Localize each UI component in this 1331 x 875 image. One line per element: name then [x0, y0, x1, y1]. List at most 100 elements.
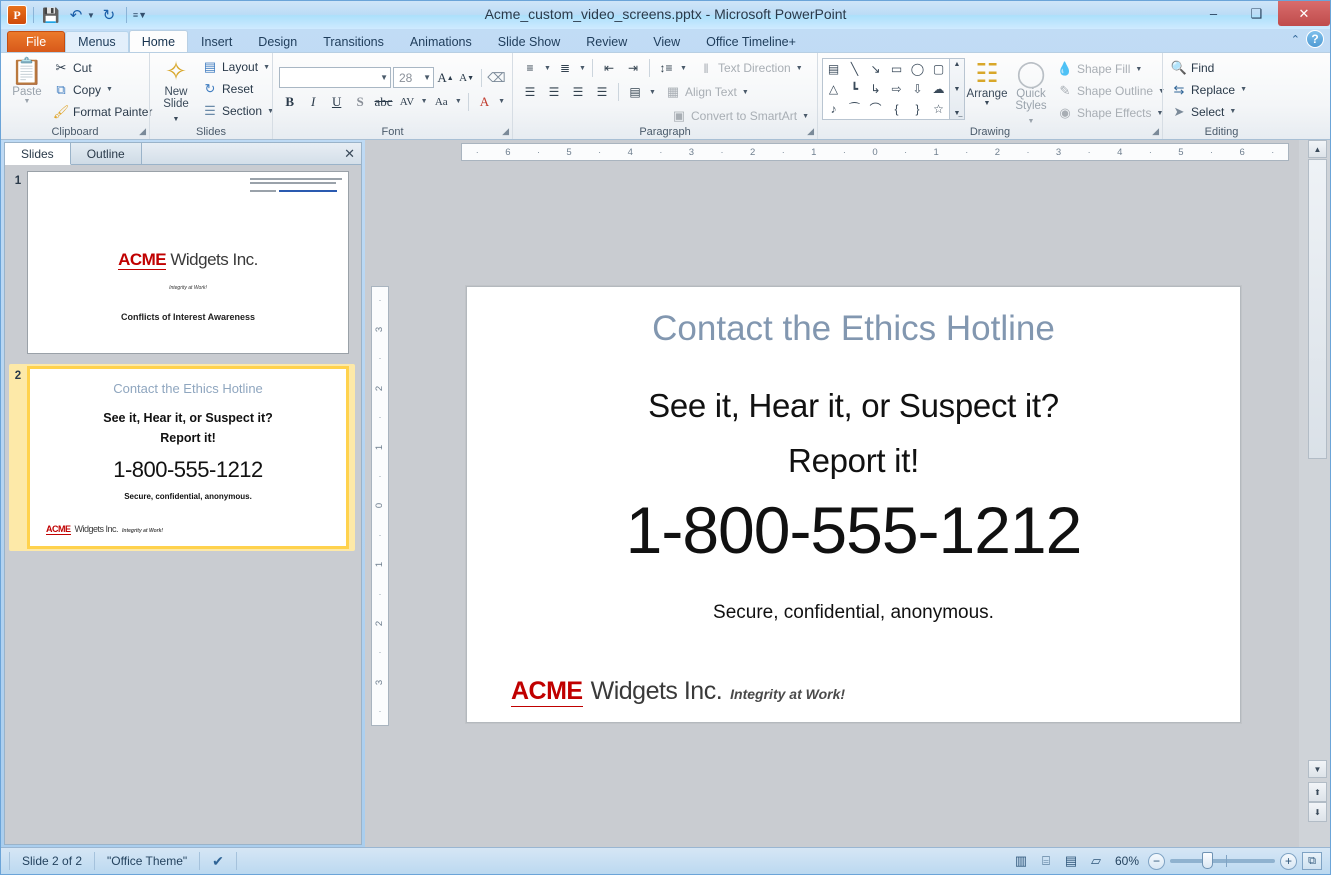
- columns-button[interactable]: ▤: [624, 82, 646, 103]
- layout-button[interactable]: ▤ Layout ▼: [198, 56, 279, 78]
- select-dropdown-icon[interactable]: ▼: [1228, 108, 1237, 115]
- reset-button[interactable]: ↻ Reset: [198, 78, 279, 100]
- clear-formatting-button[interactable]: ⌫: [487, 67, 506, 89]
- thumbnail-slide-2[interactable]: 2 Contact the Ethics Hotline See it, Hea…: [9, 364, 355, 551]
- quick-styles-button[interactable]: ◯ Quick Styles ▼: [1009, 58, 1053, 130]
- close-pane-icon[interactable]: ✕: [344, 146, 355, 162]
- zoom-control[interactable]: − +: [1148, 852, 1297, 870]
- paste-dropdown-icon[interactable]: ▼: [24, 98, 31, 105]
- next-slide-button[interactable]: ⬇: [1308, 802, 1327, 822]
- shape-down-arrow-icon[interactable]: ⇩: [912, 83, 922, 95]
- grow-font-button[interactable]: A ▲: [436, 67, 455, 89]
- shape-triangle-icon[interactable]: △: [829, 83, 838, 95]
- numbering-button[interactable]: ≣: [554, 58, 576, 79]
- drawing-dialog-launcher[interactable]: ◢: [1152, 126, 1159, 137]
- maximize-button[interactable]: ❑: [1235, 1, 1278, 26]
- change-case-button[interactable]: Aa: [431, 91, 452, 113]
- tab-slide-show[interactable]: Slide Show: [485, 31, 574, 53]
- slide-show-button[interactable]: ▱: [1086, 852, 1106, 870]
- slide-secure-text[interactable]: Secure, confidential, anonymous.: [467, 602, 1240, 624]
- copy-button[interactable]: ⧉ Copy ▼: [49, 79, 156, 101]
- tab-animations[interactable]: Animations: [397, 31, 485, 53]
- bullets-dropdown-icon[interactable]: ▼: [543, 65, 552, 72]
- slides-pane-body[interactable]: 1 ACME Widgets Inc. Integrity at Work! C…: [5, 165, 361, 844]
- find-button[interactable]: 🔍 Find: [1167, 57, 1252, 79]
- new-slide-button[interactable]: ✧ New Slide ▼: [154, 56, 198, 128]
- shape-fill-dropdown-icon[interactable]: ▼: [1134, 66, 1143, 73]
- shape-left-brace-icon[interactable]: {: [894, 103, 898, 115]
- tab-transitions[interactable]: Transitions: [310, 31, 397, 53]
- thumbnail-frame-1[interactable]: ACME Widgets Inc. Integrity at Work! Con…: [27, 171, 349, 354]
- font-name-dropdown-icon[interactable]: ▼: [376, 73, 388, 82]
- slide-edit-area[interactable]: · 6 · 5 · 4 · 3 · 2 · 1 · 0 · 1 · 2 · 3: [365, 140, 1299, 847]
- shape-oval-icon[interactable]: ◯: [911, 63, 924, 75]
- spellcheck-icon[interactable]: ✔: [200, 852, 237, 870]
- increase-indent-button[interactable]: ⇥: [622, 58, 644, 79]
- align-text-dropdown-icon[interactable]: ▼: [741, 89, 750, 96]
- shape-arrow-icon[interactable]: ↘: [870, 63, 880, 75]
- layout-dropdown-icon[interactable]: ▼: [262, 64, 271, 71]
- italic-button[interactable]: I: [302, 91, 323, 113]
- zoom-slider-handle[interactable]: [1202, 852, 1213, 869]
- shapes-more-icon[interactable]: ▼̲: [954, 110, 961, 117]
- bullets-button[interactable]: ≡: [519, 58, 541, 79]
- format-painter-button[interactable]: 🖌 Format Painter: [49, 101, 156, 123]
- tab-design[interactable]: Design: [245, 31, 310, 53]
- previous-slide-button[interactable]: ⬆: [1308, 782, 1327, 802]
- shapes-scroll-up-icon[interactable]: ▲: [954, 61, 961, 68]
- fit-to-window-button[interactable]: ⧉: [1302, 852, 1322, 870]
- cut-button[interactable]: ✂ Cut: [49, 57, 156, 79]
- slide-body-line2[interactable]: Report it!: [467, 442, 1240, 480]
- close-button[interactable]: ✕: [1278, 1, 1330, 26]
- font-size-combo[interactable]: 28 ▼: [392, 67, 434, 88]
- underline-button[interactable]: U: [326, 91, 347, 113]
- shape-right-arrow-icon[interactable]: ⇨: [891, 83, 901, 95]
- select-button[interactable]: ➤ Select ▼: [1167, 101, 1252, 123]
- tab-slides[interactable]: Slides: [5, 143, 71, 165]
- vertical-ruler[interactable]: · 3 · 2 · 1 · 0 · 1 · 2 · 3 ·: [371, 286, 389, 726]
- slide-body-line1[interactable]: See it, Hear it, or Suspect it?: [467, 387, 1240, 425]
- slide-sorter-button[interactable]: ⌸: [1036, 852, 1056, 870]
- smartart-dropdown-icon[interactable]: ▼: [801, 113, 810, 120]
- arrange-button[interactable]: ☷ Arrange ▼: [965, 58, 1009, 109]
- scrollbar-thumb[interactable]: [1308, 159, 1327, 459]
- character-spacing-button[interactable]: AV: [396, 91, 417, 113]
- text-direction-dropdown-icon[interactable]: ▼: [795, 65, 804, 72]
- line-spacing-dropdown-icon[interactable]: ▼: [679, 65, 688, 72]
- clipboard-dialog-launcher[interactable]: ◢: [139, 126, 146, 137]
- shape-elbow-arrow-icon[interactable]: ↳: [870, 83, 880, 95]
- shape-rectangle-icon[interactable]: ▭: [891, 63, 902, 75]
- tab-outline[interactable]: Outline: [70, 143, 142, 164]
- thumbnail-frame-2[interactable]: Contact the Ethics Hotline See it, Hear …: [27, 366, 349, 549]
- minimize-button[interactable]: –: [1192, 1, 1235, 26]
- convert-to-smartart-button[interactable]: ▣ Convert to SmartArt ▼: [667, 105, 814, 127]
- shape-star-icon[interactable]: ☆: [933, 103, 944, 115]
- replace-dropdown-icon[interactable]: ▼: [1239, 86, 1248, 93]
- normal-view-button[interactable]: ▥: [1011, 852, 1031, 870]
- line-spacing-button[interactable]: ↕≡: [655, 58, 677, 79]
- theme-name[interactable]: "Office Theme": [95, 852, 201, 870]
- shape-fill-button[interactable]: 💧 Shape Fill ▼: [1053, 58, 1170, 80]
- zoom-level-label[interactable]: 60%: [1111, 854, 1143, 868]
- zoom-in-button[interactable]: +: [1280, 852, 1297, 870]
- align-center-button[interactable]: ☰: [543, 82, 565, 103]
- shape-effects-button[interactable]: ◉ Shape Effects ▼: [1053, 102, 1170, 124]
- shape-outline-button[interactable]: ✎ Shape Outline ▼: [1053, 80, 1170, 102]
- zoom-out-button[interactable]: −: [1148, 852, 1165, 870]
- columns-dropdown-icon[interactable]: ▼: [648, 89, 657, 96]
- font-color-dropdown-icon[interactable]: ▼: [497, 98, 506, 105]
- change-case-dropdown-icon[interactable]: ▼: [454, 98, 463, 105]
- slide-counter[interactable]: Slide 2 of 2: [9, 852, 96, 870]
- shape-arc-icon[interactable]: ⌒: [869, 103, 881, 115]
- scroll-up-button[interactable]: ▲: [1308, 140, 1327, 158]
- tab-review[interactable]: Review: [573, 31, 640, 53]
- shapes-grid[interactable]: ▤ ╲ ↘ ▭ ◯ ▢ △ ┗ ↳ ⇨ ⇩ ☁ ♪ ⁀ ⌒ {} ☆: [822, 58, 950, 120]
- shapes-gallery-scrollbar[interactable]: ▲ ▼ ▼̲: [950, 58, 965, 120]
- tab-home[interactable]: Home: [128, 30, 189, 53]
- horizontal-ruler[interactable]: · 6 · 5 · 4 · 3 · 2 · 1 · 0 · 1 · 2 · 3: [461, 143, 1289, 161]
- tab-view[interactable]: View: [640, 31, 693, 53]
- shapes-scroll-down-icon[interactable]: ▼: [954, 86, 961, 93]
- tab-file[interactable]: File: [7, 31, 66, 53]
- strikethrough-button[interactable]: abc: [373, 91, 394, 113]
- shadow-button[interactable]: S: [349, 91, 370, 113]
